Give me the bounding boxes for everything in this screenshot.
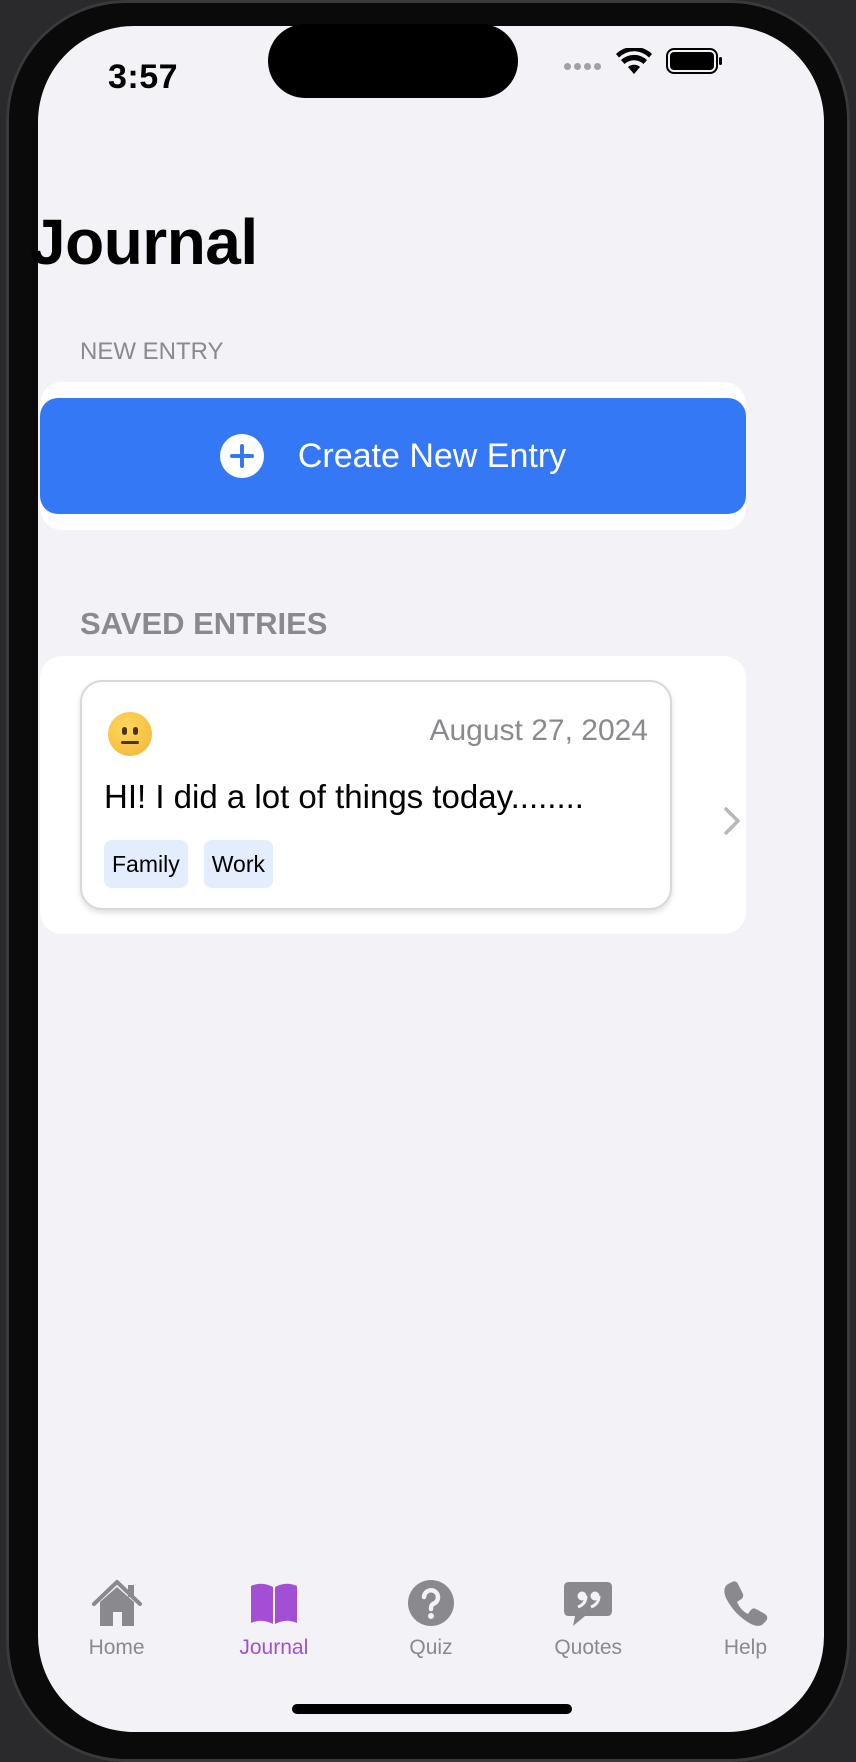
tag-family: Family [104,840,188,888]
journal-entry-item[interactable]: August 27, 2024 HI! I did a lot of thing… [80,680,672,910]
new-entry-section-header: NEW ENTRY [80,338,224,365]
house-icon [91,1580,142,1626]
tab-quotes-label: Quotes [554,1636,623,1659]
book-icon [250,1583,297,1624]
chevron-right-icon[interactable] [722,806,742,836]
question-circle-icon [408,1580,454,1626]
quote-bubble-icon [564,1582,613,1626]
plus-circle-icon [219,434,264,478]
neutral-face-emoji-icon [108,712,152,756]
tab-quiz-label: Quiz [409,1636,453,1659]
tab-journal[interactable]: Journal [195,1560,352,1680]
saved-entries-section-header: SAVED ENTRIES [80,606,328,641]
tab-help-label: Help [723,1636,768,1659]
tab-help[interactable]: Help [667,1560,824,1680]
create-new-entry-button[interactable]: Create New Entry [40,398,746,514]
tab-journal-label: Journal [239,1636,309,1659]
tab-home-label: Home [88,1636,145,1659]
phone-icon [724,1581,768,1626]
entry-date: August 27, 2024 [429,714,648,747]
entry-tags: Family Work [104,840,273,888]
tab-quotes[interactable]: Quotes [510,1560,667,1680]
status-time: 3:57 [108,58,179,96]
tag-work: Work [203,840,273,888]
tab-home[interactable]: Home [38,1560,195,1680]
dynamic-island [268,24,518,98]
tab-quiz[interactable]: Quiz [352,1560,509,1680]
create-new-entry-label: Create New Entry [297,436,567,475]
home-indicator [292,1704,572,1714]
wifi-icon [616,48,652,74]
cellular-signal-icon [564,63,604,71]
entry-preview-text: HI! I did a lot of things today........ [104,778,584,815]
page-title: Journal [30,206,258,278]
tab-bar: Home Journal Quiz Quotes Help [38,1560,824,1680]
battery-icon [666,48,722,74]
